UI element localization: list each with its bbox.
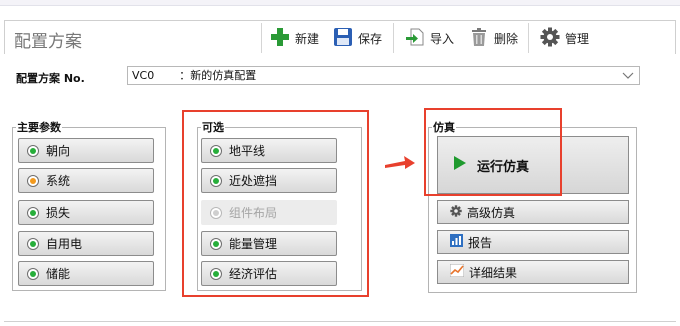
status-indicator-icon <box>210 206 222 219</box>
new-label: 新建 <box>295 31 320 46</box>
main_params-button-label: 系统 <box>46 174 71 188</box>
import-button[interactable]: 导入 <box>405 25 454 51</box>
run-simulation-button[interactable]: 运行仿真 <box>437 136 629 194</box>
bottom-divider <box>4 321 676 322</box>
optional-title: 可选 <box>201 119 225 135</box>
report-button[interactable]: 报告 <box>437 230 629 254</box>
floppy-disk-icon <box>333 27 353 50</box>
manage-button[interactable]: 管理 <box>540 25 589 51</box>
status-indicator-icon <box>27 206 39 219</box>
status-indicator-icon <box>27 144 39 157</box>
window-top-strip <box>0 0 680 6</box>
optional-button-label: 组件布局 <box>229 206 278 220</box>
status-indicator-icon <box>27 237 39 250</box>
optional-button[interactable]: 近处遮挡 <box>201 168 337 193</box>
play-icon <box>453 155 467 175</box>
main_params-button[interactable]: 朝向 <box>18 138 154 163</box>
run-simulation-label: 运行仿真 <box>477 159 530 175</box>
advanced-simulation-button[interactable]: 高级仿真 <box>437 200 629 224</box>
main_params-button-label: 损失 <box>46 206 71 220</box>
line-chart-icon <box>449 263 469 280</box>
main_params-button-label: 自用电 <box>46 237 83 251</box>
save-button[interactable]: 保存 <box>333 25 382 51</box>
optional-button[interactable]: 能量管理 <box>201 231 337 256</box>
import-icon <box>405 27 425 50</box>
status-indicator-icon <box>210 174 222 187</box>
chevron-down-icon <box>621 68 635 82</box>
page-title: 配置方案 <box>14 32 82 52</box>
report-chart-icon <box>450 234 468 250</box>
optional-button-label: 近处遮挡 <box>229 174 278 188</box>
config-name: ：新的仿真配置 <box>179 69 257 82</box>
optional-button-label: 经济评估 <box>229 267 278 281</box>
gear-icon <box>540 27 560 50</box>
cog-icon <box>450 204 467 220</box>
toolbar-separator <box>528 23 529 53</box>
optional-button[interactable]: 经济评估 <box>201 261 337 286</box>
report-label: 报告 <box>468 235 493 250</box>
main-params-title: 主要参数 <box>16 119 62 135</box>
delete-label: 删除 <box>494 31 519 46</box>
optional-button[interactable]: 地平线 <box>201 138 337 163</box>
main_params-button[interactable]: 损失 <box>18 200 154 225</box>
main_params-button[interactable]: 系统 <box>18 168 154 193</box>
status-indicator-icon <box>27 174 39 187</box>
main_params-button-label: 朝向 <box>46 144 71 158</box>
main_params-button[interactable]: 自用电 <box>18 231 154 256</box>
arrow-right-icon <box>383 150 417 177</box>
config-header: 配置方案 新建 保存 导入 删除 管理 <box>4 20 676 54</box>
manage-label: 管理 <box>565 31 590 46</box>
advanced-simulation-label: 高级仿真 <box>467 205 516 220</box>
trash-icon <box>469 27 489 50</box>
main_params-button-label: 储能 <box>46 267 71 281</box>
status-indicator-icon <box>27 267 39 280</box>
optional-button-label: 能量管理 <box>229 237 278 251</box>
status-indicator-icon <box>210 267 222 280</box>
status-indicator-icon <box>210 144 222 157</box>
simulation-title: 仿真 <box>432 119 456 135</box>
delete-button[interactable]: 删除 <box>469 25 518 51</box>
detailed-results-label: 详细结果 <box>469 265 518 280</box>
optional-button[interactable]: 组件布局 <box>201 200 337 225</box>
config-label: 配置方案 No. <box>16 72 85 85</box>
config-select[interactable]: VC0 ：新的仿真配置 <box>127 66 640 85</box>
new-button[interactable]: 新建 <box>270 25 319 51</box>
import-label: 导入 <box>430 31 455 46</box>
toolbar-separator <box>393 23 394 53</box>
detailed-results-button[interactable]: 详细结果 <box>437 260 629 284</box>
plus-icon <box>270 27 290 50</box>
save-label: 保存 <box>358 31 383 46</box>
toolbar-separator <box>261 23 262 53</box>
main_params-button[interactable]: 储能 <box>18 261 154 286</box>
status-indicator-icon <box>210 237 222 250</box>
config-code: VC0 <box>132 69 155 82</box>
optional-button-label: 地平线 <box>229 144 266 158</box>
